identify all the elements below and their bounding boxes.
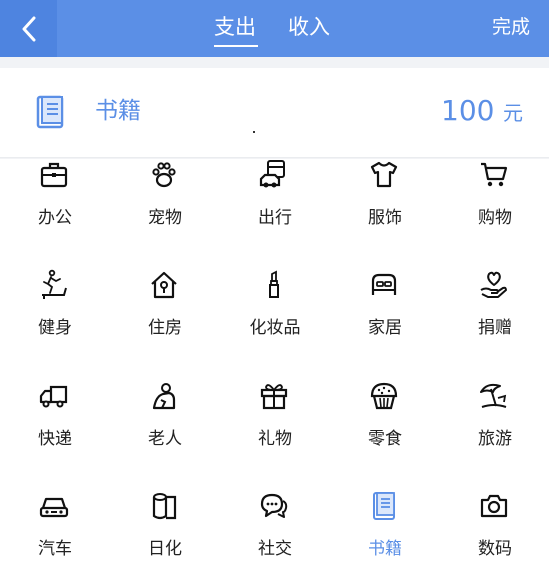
shopping-cart-icon xyxy=(478,159,510,191)
done-button[interactable]: 完成 xyxy=(492,14,530,40)
delivery-truck-icon xyxy=(38,380,70,412)
category-item-digital[interactable]: 数码 xyxy=(440,490,549,585)
category-item-elderly[interactable]: 老人 xyxy=(110,380,220,490)
category-label: 宠物 xyxy=(148,208,182,228)
category-item-gift[interactable]: 礼物 xyxy=(220,380,330,490)
category-item-tourism[interactable]: 旅游 xyxy=(440,380,549,490)
cursor-dot xyxy=(253,131,255,133)
category-item-pet[interactable]: 宠物 xyxy=(110,159,220,269)
category-label: 零食 xyxy=(368,429,402,449)
category-label: 服饰 xyxy=(368,208,402,228)
category-item-fitness[interactable]: 健身 xyxy=(0,269,110,379)
paw-icon xyxy=(148,159,180,191)
tab-expense[interactable]: 支出 xyxy=(214,13,256,41)
category-item-cosmetics[interactable]: 化妆品 xyxy=(220,269,330,379)
category-item-donation[interactable]: 捐赠 xyxy=(440,269,549,379)
category-label: 快递 xyxy=(38,429,72,449)
entry-row: 书籍 100 元 xyxy=(0,68,549,157)
toilet-paper-icon xyxy=(148,490,180,522)
top-bar: 支出 收入 完成 xyxy=(0,0,549,57)
treadmill-icon xyxy=(38,269,70,301)
tshirt-icon xyxy=(368,159,400,191)
header-gap xyxy=(0,57,549,68)
house-key-icon xyxy=(148,269,180,301)
amount-value[interactable]: 100 xyxy=(441,94,494,128)
lipstick-icon xyxy=(258,269,290,301)
category-label: 出行 xyxy=(258,208,292,228)
category-item-car[interactable]: 汽车 xyxy=(0,490,110,585)
category-item-travel[interactable]: 出行 xyxy=(220,159,330,269)
category-label: 住房 xyxy=(148,318,182,338)
category-label: 购物 xyxy=(478,208,512,228)
book-icon xyxy=(368,490,400,522)
category-item-shopping[interactable]: 购物 xyxy=(440,159,549,269)
category-label: 汽车 xyxy=(38,539,72,559)
category-label: 社交 xyxy=(258,539,292,559)
heart-hand-icon xyxy=(478,269,510,301)
briefcase-icon xyxy=(38,159,70,191)
category-label: 办公 xyxy=(38,208,72,228)
category-item-home[interactable]: 家居 xyxy=(330,269,440,379)
bed-icon xyxy=(368,269,400,301)
muffin-icon xyxy=(368,380,400,412)
category-label: 旅游 xyxy=(478,429,512,449)
category-label: 老人 xyxy=(148,429,182,449)
camera-icon xyxy=(478,490,510,522)
category-label: 书籍 xyxy=(368,539,402,559)
car-icon xyxy=(38,490,70,522)
category-item-housing[interactable]: 住房 xyxy=(110,269,220,379)
category-grid: 办公 宠物 出行 服饰 购物 健身 住房 化妆品 家居 捐赠 快递 老人 礼物 … xyxy=(0,159,549,585)
category-item-express[interactable]: 快递 xyxy=(0,380,110,490)
chevron-left-icon xyxy=(21,16,37,42)
category-item-snacks[interactable]: 零食 xyxy=(330,380,440,490)
category-label: 健身 xyxy=(38,318,72,338)
currency-label: 元 xyxy=(503,101,523,125)
chat-bubbles-icon xyxy=(258,490,290,522)
entry-category-label: 书籍 xyxy=(95,98,141,124)
beach-umbrella-icon xyxy=(478,380,510,412)
car-bus-icon xyxy=(258,159,290,191)
tab-income[interactable]: 收入 xyxy=(288,13,330,41)
category-label: 化妆品 xyxy=(249,318,301,338)
category-item-daily-chem[interactable]: 日化 xyxy=(110,490,220,585)
category-label: 捐赠 xyxy=(478,318,512,338)
gift-icon xyxy=(258,380,290,412)
category-label: 礼物 xyxy=(258,429,292,449)
category-item-office[interactable]: 办公 xyxy=(0,159,110,269)
active-tab-indicator xyxy=(214,45,258,47)
back-button[interactable] xyxy=(0,0,57,57)
category-label: 日化 xyxy=(148,539,182,559)
book-icon xyxy=(36,95,66,129)
category-item-social[interactable]: 社交 xyxy=(220,490,330,585)
elderly-icon xyxy=(148,380,180,412)
category-item-books[interactable]: 书籍 xyxy=(330,490,440,585)
category-item-clothing[interactable]: 服饰 xyxy=(330,159,440,269)
category-label: 家居 xyxy=(368,318,402,338)
category-label: 数码 xyxy=(478,539,512,559)
